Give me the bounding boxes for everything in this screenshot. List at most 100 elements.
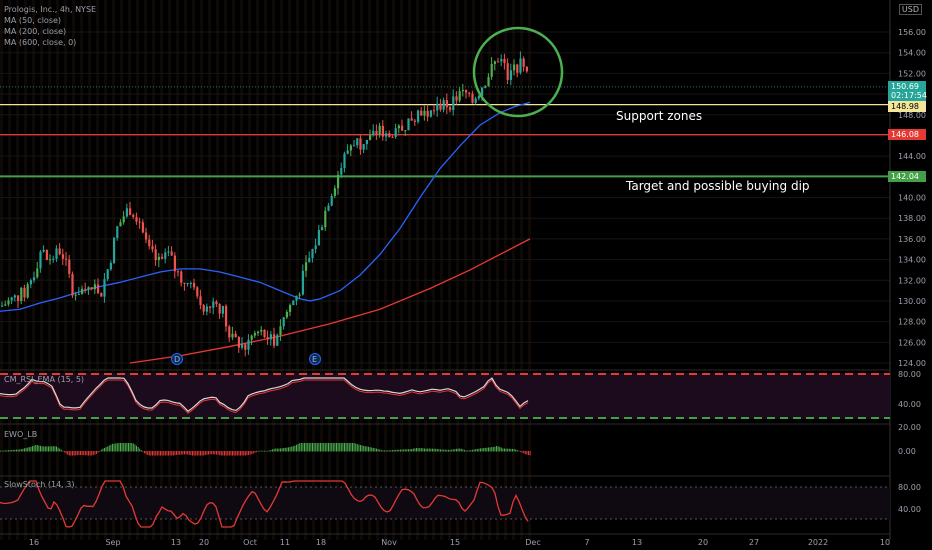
ewo-bar	[52, 446, 54, 452]
candle-body	[285, 311, 288, 318]
rsi-pane-label: CM_RSI_EMA (15, 5)	[4, 375, 85, 384]
ewo-bar	[444, 449, 446, 452]
session-stripe	[216, 0, 219, 540]
stoch-tick-label: 80.00	[898, 483, 921, 492]
ewo-bar	[436, 449, 438, 452]
ewo-bar	[160, 451, 161, 456]
ewo-bar	[364, 446, 366, 452]
ewo-bar	[502, 448, 504, 452]
ewo-bar	[278, 448, 280, 452]
ewo-bar	[363, 445, 365, 452]
candle-body	[199, 296, 202, 306]
price-tag-green: 142.04	[888, 171, 926, 182]
ewo-bar	[91, 451, 93, 456]
ewo-bar	[134, 444, 136, 452]
time-axis[interactable]: 16 Sep 13 20 Oct 11 18 Nov 15 Dec 7 13 20 27 2022 10	[29, 538, 890, 547]
ewo-bar	[464, 449, 465, 452]
ewo-bar	[17, 449, 19, 452]
ewo-bar	[32, 446, 33, 452]
ewo-bar	[422, 448, 424, 452]
ewo-bar	[360, 445, 361, 452]
x-tick-label: 20	[199, 538, 209, 547]
ewo-bar	[372, 447, 374, 452]
ewo-bar	[243, 451, 245, 456]
y-tick-label: 132.00	[898, 276, 926, 285]
candle-body	[353, 145, 356, 147]
ewo-bar	[211, 451, 213, 455]
session-stripe	[160, 0, 163, 540]
candle-body	[26, 284, 29, 298]
candle-body	[225, 305, 228, 327]
ewo-bar	[342, 443, 344, 452]
ewo-bar	[262, 450, 264, 452]
candle-body	[61, 254, 64, 259]
candle-body	[145, 232, 148, 240]
ewo-bar	[318, 443, 320, 452]
candle-body	[506, 63, 509, 80]
candle-body	[234, 333, 237, 338]
ewo-bar	[113, 443, 115, 452]
ewo-bar	[187, 451, 189, 455]
x-tick-label: 13	[171, 538, 181, 547]
ewo-bar	[411, 448, 413, 452]
ewo-bar	[254, 451, 256, 453]
candle-body	[317, 230, 320, 246]
ewo-bar	[182, 451, 184, 455]
ewo-bar	[504, 448, 505, 452]
candle-body	[490, 63, 493, 77]
ewo-bar	[73, 451, 75, 456]
session-stripe	[128, 0, 131, 540]
ewo-bar	[294, 445, 296, 452]
ewo-bar	[451, 449, 453, 452]
candle-body	[93, 284, 96, 290]
ewo-bar	[300, 443, 302, 452]
ewo-bar	[496, 445, 497, 452]
session-stripe	[464, 0, 467, 540]
ewo-bar	[249, 451, 251, 455]
candle-body	[209, 306, 212, 308]
ewo-bar	[440, 449, 441, 452]
ewo-bar	[67, 451, 69, 455]
session-stripe	[64, 0, 67, 540]
legend-ma-50: MA (50, close)	[4, 16, 62, 25]
ewo-bar	[54, 446, 56, 452]
stoch-band-fill	[0, 487, 890, 519]
session-stripe	[224, 0, 227, 540]
ewo-bar	[107, 446, 109, 452]
candle-body	[417, 110, 420, 122]
ewo-bar	[264, 450, 265, 452]
ewo-bar	[4, 450, 6, 452]
ewo-bar	[272, 449, 273, 452]
ewo-bar	[321, 443, 323, 452]
ewo-bar	[116, 443, 118, 452]
ewo-bar	[260, 450, 262, 452]
ewo-bar	[148, 451, 150, 456]
ewo-bar	[448, 449, 449, 452]
ewo-bar	[284, 447, 286, 452]
ewo-bar	[369, 447, 371, 452]
ewo-bar	[457, 448, 459, 452]
candle-body	[369, 135, 372, 140]
ewo-bar	[492, 446, 494, 452]
session-stripe	[16, 0, 19, 540]
candle-body	[263, 329, 266, 338]
chart-canvas[interactable]: 156.00154.00152.00150.00148.00146.00144.…	[0, 0, 932, 550]
candle-body	[436, 103, 439, 111]
session-stripe	[256, 0, 259, 540]
ewo-bar	[129, 443, 131, 452]
ewo-bar	[430, 448, 432, 452]
ewo-bar	[513, 448, 515, 452]
ewo-bar	[392, 450, 393, 452]
candle-body	[193, 283, 196, 288]
candle-body	[7, 300, 10, 305]
currency-badge[interactable]: USD	[898, 4, 922, 15]
candle-body	[231, 333, 234, 338]
ewo-bar	[427, 448, 429, 452]
ewo-bar	[467, 450, 469, 452]
ewo-bar	[401, 449, 403, 452]
session-stripe	[232, 0, 235, 540]
candle-body	[247, 339, 250, 350]
session-stripe	[512, 0, 515, 540]
ewo-bar	[528, 451, 529, 456]
ewo-bar	[446, 449, 448, 452]
